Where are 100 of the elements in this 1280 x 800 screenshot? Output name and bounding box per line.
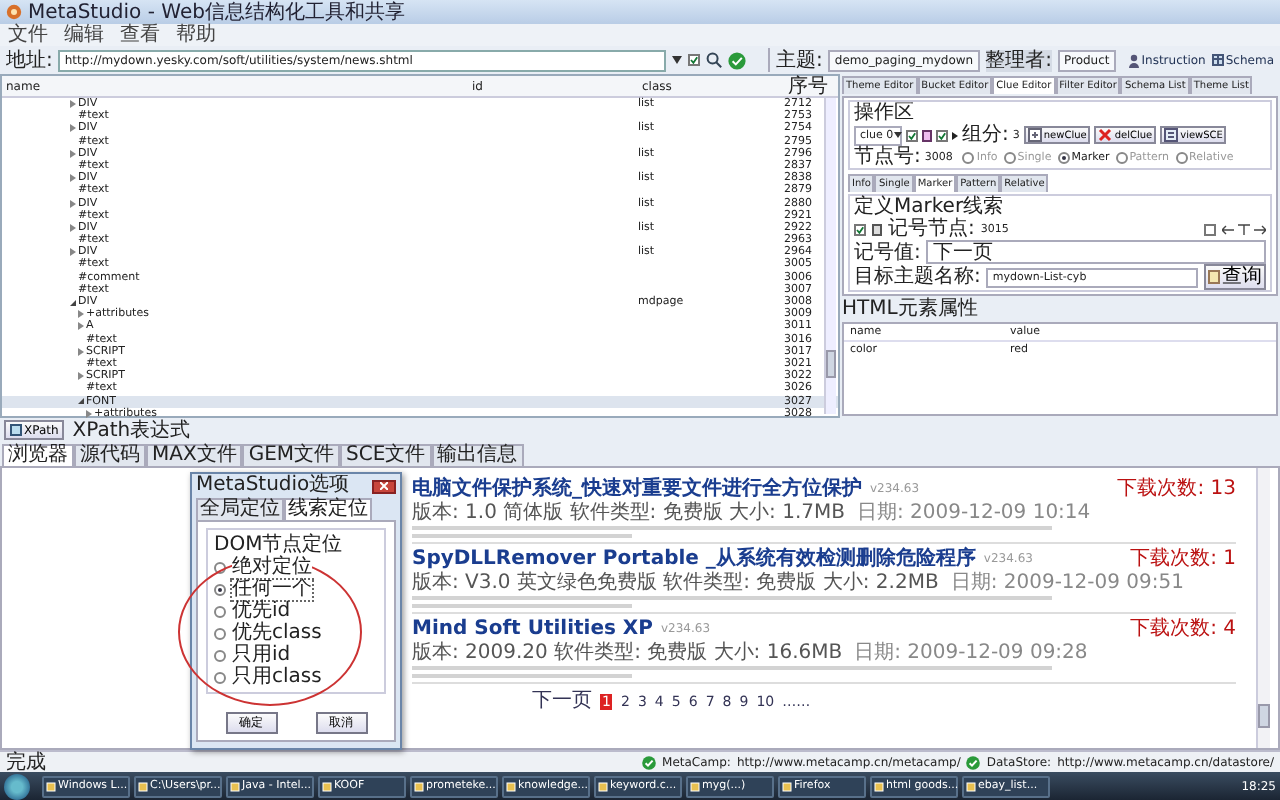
document-icon <box>1164 128 1179 142</box>
view-tab[interactable]: 浏览器 <box>2 444 74 466</box>
check-circle-icon <box>966 755 981 769</box>
result-title-link[interactable]: SpyDLLRemover Portable _从系统有效检测删除危险程序 <box>412 548 976 570</box>
radio-button[interactable] <box>1175 151 1188 163</box>
close-button[interactable] <box>372 479 396 493</box>
dialog-title: MetaStudio选项 <box>196 476 350 496</box>
theme-label: 主题: <box>776 49 823 71</box>
address-label: 地址: <box>6 49 53 71</box>
group-title: 操作区 <box>854 102 916 124</box>
check-icon <box>908 131 916 139</box>
option-label: 只用class <box>232 668 322 688</box>
marker-value-field[interactable]: 下一页 <box>926 240 1266 264</box>
window-icon <box>46 781 56 791</box>
scrollbar[interactable] <box>824 98 836 414</box>
person-icon <box>1127 53 1140 67</box>
view-tab[interactable]: SCE文件 <box>340 444 432 466</box>
app-logo-icon <box>6 4 22 20</box>
download-count: 下载次数: 4 <box>1130 618 1236 640</box>
window-icon <box>322 781 332 791</box>
checkbox[interactable] <box>1204 223 1216 235</box>
download-count: 下载次数: 1 <box>1130 548 1236 570</box>
radio-button[interactable] <box>214 628 226 640</box>
count-label: 组分: <box>962 124 1009 146</box>
add-icon <box>1027 128 1042 142</box>
window-icon <box>506 781 516 791</box>
check-circle-icon <box>728 51 747 69</box>
download-count: 下载次数: 13 <box>1117 478 1236 500</box>
direction-arrows-icon <box>1222 223 1266 235</box>
field-label: 记号值: <box>854 241 921 263</box>
picture-icon <box>10 424 22 436</box>
start-button[interactable] <box>4 773 30 799</box>
radio-button[interactable] <box>214 672 226 684</box>
checkbox[interactable] <box>906 129 918 141</box>
owner-label: 整理者: <box>985 49 1052 71</box>
option-label: 优先class <box>232 624 322 644</box>
scroll-thumb[interactable] <box>1258 704 1270 728</box>
option-label: 任何一个 <box>232 580 312 600</box>
column-header: 序号 <box>788 76 824 98</box>
view-tab[interactable]: 源代码 <box>74 444 146 466</box>
window-title: MetaStudio - Web信息结构化工具和共享 <box>28 1 405 23</box>
node-label: 节点号: <box>854 146 921 168</box>
checkbox[interactable] <box>854 223 866 235</box>
dropdown-arrow-icon <box>672 56 683 64</box>
picture-icon <box>922 129 932 141</box>
dropdown-arrow-icon <box>893 132 902 138</box>
view-tab[interactable]: 输出信息 <box>431 444 524 466</box>
checkbox[interactable] <box>936 129 948 141</box>
window-icon <box>138 781 148 791</box>
radio-button[interactable] <box>962 151 975 163</box>
result-title-link[interactable]: Mind Soft Utilities XP <box>412 618 653 640</box>
document-icon <box>1208 270 1220 284</box>
result-meta: 版本: V3.0 英文绿色免费版 软件类型: 免费版 大小: 2.2MB <box>412 572 939 594</box>
menu-item[interactable]: 帮助 <box>176 24 216 46</box>
dialog-tab[interactable]: 全局定位 <box>196 498 284 520</box>
option-label: 绝对定位 <box>232 558 312 578</box>
magnifier-icon <box>706 52 723 68</box>
status-text: 完成 <box>6 751 46 773</box>
window-icon <box>690 781 700 791</box>
check-icon <box>856 225 864 233</box>
result-title-link[interactable]: 电脑文件保护系统_快速对重要文件进行全方位保护 <box>412 478 862 500</box>
result-meta: 版本: 2009.20 软件类型: 免费版 大小: 16.6MB <box>412 642 843 664</box>
query-button[interactable]: 查询 <box>1204 264 1266 290</box>
menu-item[interactable]: 查看 <box>120 24 160 46</box>
window-icon <box>874 781 884 791</box>
next-page-link[interactable]: 下一页 <box>532 690 592 712</box>
scroll-thumb[interactable] <box>826 350 836 378</box>
menu-item[interactable]: 文件 <box>8 24 48 46</box>
window-icon <box>230 781 240 791</box>
xpath-label: XPath表达式 <box>72 419 191 441</box>
check-icon <box>938 131 946 139</box>
result-date: 日期: 2009-12-09 10:14 <box>856 502 1091 524</box>
radio-button[interactable] <box>214 650 226 662</box>
radio-button[interactable] <box>214 606 226 618</box>
radio-button[interactable] <box>1057 151 1070 163</box>
radio-button[interactable] <box>1115 151 1128 163</box>
window-icon <box>414 781 424 791</box>
close-icon <box>380 482 388 490</box>
window-icon <box>966 781 976 791</box>
window-icon <box>782 781 792 791</box>
result-date: 日期: 2009-12-09 09:28 <box>854 642 1088 664</box>
result-date: 日期: 2009-12-09 09:51 <box>950 572 1184 594</box>
field-label: 目标主题名称: <box>854 266 981 288</box>
scrollbar[interactable] <box>1256 468 1270 748</box>
dialog-tab[interactable]: 线索定位 <box>284 498 372 520</box>
radio-button[interactable] <box>214 584 226 596</box>
window-icon <box>598 781 608 791</box>
section-title: HTML元素属性 <box>842 298 980 320</box>
option-label: 优先id <box>232 602 291 622</box>
view-tab[interactable]: MAX文件 <box>146 444 243 466</box>
picture-icon <box>872 223 882 235</box>
result-meta: 版本: 1.0 简体版 软件类型: 免费版 大小: 1.7MB <box>412 502 845 524</box>
table-icon <box>1211 54 1224 66</box>
view-tab[interactable]: GEM文件 <box>242 444 341 466</box>
menu-item[interactable]: 编辑 <box>64 24 104 46</box>
play-icon <box>952 131 958 139</box>
radio-button[interactable] <box>1003 151 1016 163</box>
checkbox[interactable] <box>688 54 701 66</box>
option-label: 只用id <box>232 646 291 666</box>
check-icon <box>690 56 699 64</box>
